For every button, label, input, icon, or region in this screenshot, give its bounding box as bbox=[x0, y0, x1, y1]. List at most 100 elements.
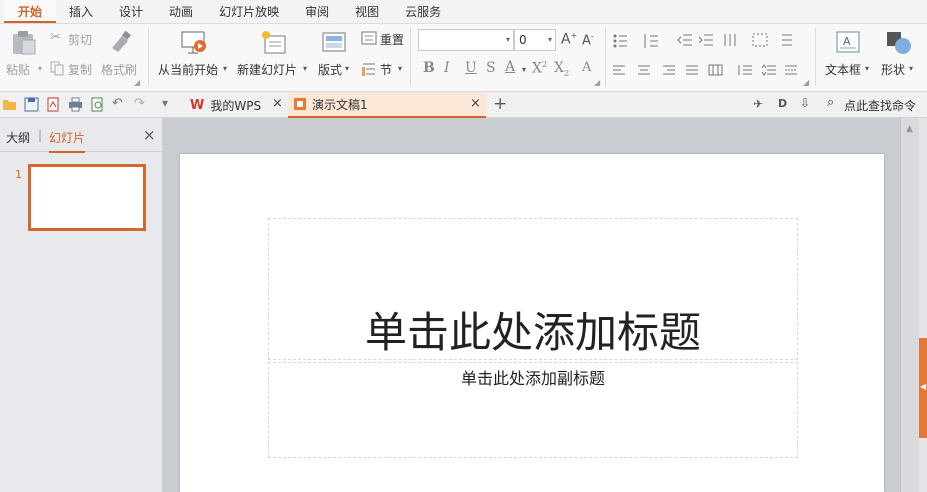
format-painter-label: 格式刷 bbox=[101, 63, 138, 77]
print-icon[interactable] bbox=[68, 97, 83, 112]
ribbon-separator bbox=[605, 28, 606, 86]
italic-icon[interactable]: I bbox=[444, 60, 450, 76]
slide-number: 1 bbox=[15, 168, 22, 181]
chevron-down-icon: ▾ bbox=[505, 35, 510, 44]
close-icon[interactable]: × bbox=[470, 96, 481, 111]
cut-label: 剪切 bbox=[68, 33, 93, 47]
slide-canvas: 单击此处添加标题 单击此处添加副标题 bbox=[164, 118, 900, 492]
save-icon[interactable] bbox=[24, 97, 39, 112]
new-slide-icon bbox=[262, 31, 286, 54]
undo-icon[interactable]: ↶ bbox=[112, 96, 123, 111]
print-preview-icon[interactable] bbox=[90, 97, 105, 112]
text-shadow-icon[interactable]: S bbox=[486, 60, 496, 76]
tab-divider: | bbox=[38, 128, 43, 142]
numbered-list-icon bbox=[644, 34, 658, 48]
shape-icon bbox=[887, 32, 911, 54]
align-left-icon bbox=[613, 65, 625, 75]
export-pdf-icon[interactable] bbox=[46, 97, 61, 112]
copy-label: 复制 bbox=[68, 63, 93, 77]
new-slide-label: 新建幻灯片 bbox=[237, 63, 298, 77]
menu-bar: 开始 插入 设计 动画 幻灯片放映 审阅 视图 云服务 bbox=[0, 0, 927, 24]
d-icon[interactable]: D bbox=[778, 97, 787, 110]
scissors-icon: ✂ bbox=[50, 30, 61, 45]
tab-slides[interactable]: 幻灯片 bbox=[49, 129, 86, 153]
font-grow-icon[interactable]: A+ bbox=[561, 31, 577, 48]
menu-tab-cloud[interactable]: 云服务 bbox=[392, 0, 454, 23]
customize-toolbar-icon[interactable]: ▾ bbox=[162, 96, 168, 110]
menu-tab-design[interactable]: 设计 bbox=[106, 0, 156, 23]
new-tab-icon[interactable]: + bbox=[493, 94, 507, 114]
title-placeholder[interactable]: 单击此处添加标题 bbox=[268, 218, 798, 360]
justify-icon bbox=[686, 65, 698, 75]
underline-icon[interactable]: U bbox=[465, 60, 477, 76]
clipboard-icon bbox=[13, 31, 36, 55]
section-dropdown-icon: ▾ bbox=[398, 64, 403, 73]
superscript-icon[interactable]: X2 bbox=[532, 60, 547, 77]
layout-icon bbox=[322, 32, 346, 52]
subtitle-placeholder-text: 单击此处添加副标题 bbox=[460, 369, 605, 388]
ribbon: 粘贴 ▾ ✂ 剪切 复制 格式刷 ◢ 从当前开始 ▾ 新建幻灯片 ▾ 版式 ▾ … bbox=[0, 24, 927, 92]
svg-text:A: A bbox=[843, 35, 851, 48]
search-command-label: 点此查找命令 bbox=[844, 99, 917, 113]
paragraph-tools bbox=[613, 33, 797, 76]
font-color-dropdown-icon[interactable]: ▾ bbox=[522, 65, 526, 74]
scroll-up-icon[interactable]: ▲ bbox=[906, 124, 913, 134]
vertical-scrollbar[interactable]: ▲ bbox=[900, 118, 919, 492]
collapse-ribbon-icon[interactable]: ⇩ bbox=[800, 96, 810, 110]
menu-tab-insert[interactable]: 插入 bbox=[56, 0, 106, 23]
tab-document[interactable]: 演示文稿1 × bbox=[288, 92, 486, 118]
side-panel-handle[interactable]: ◀ bbox=[919, 338, 927, 438]
font-size-combo[interactable]: 0 ▾ bbox=[514, 29, 556, 51]
paragraph-spacing-icon bbox=[761, 64, 776, 76]
chevron-down-icon: ▾ bbox=[547, 35, 552, 44]
distributed-align-icon bbox=[708, 64, 723, 76]
shape-label: 形状 bbox=[881, 63, 906, 77]
close-icon[interactable]: × bbox=[272, 96, 283, 111]
slide[interactable]: 单击此处添加标题 单击此处添加副标题 bbox=[180, 154, 884, 492]
slide-panel-header: 大纲 | 幻灯片 × bbox=[0, 118, 163, 153]
reset-icon bbox=[361, 31, 377, 45]
font-family-combo[interactable]: ▾ bbox=[418, 29, 514, 51]
font-color-icon[interactable]: A bbox=[505, 59, 515, 75]
paste-dropdown-icon: ▾ bbox=[38, 64, 43, 73]
search-icon: ⌕ bbox=[827, 95, 835, 110]
copy-icon bbox=[50, 61, 64, 76]
tab-outline[interactable]: 大纲 bbox=[6, 129, 30, 146]
text-fit-icon bbox=[782, 34, 792, 46]
menu-tab-view[interactable]: 视图 bbox=[342, 0, 392, 23]
subtitle-placeholder[interactable]: 单击此处添加副标题 bbox=[268, 362, 798, 458]
clipboard-group-expand-icon[interactable]: ◢ bbox=[134, 78, 140, 87]
bold-icon[interactable]: B bbox=[423, 60, 435, 76]
tab-my-wps[interactable]: W 我的WPS × bbox=[184, 92, 288, 118]
subscript-icon[interactable]: X2 bbox=[554, 60, 569, 78]
textbox-icon: A bbox=[836, 31, 860, 53]
font-size-value: 0 bbox=[519, 33, 527, 47]
menu-tab-slideshow[interactable]: 幻灯片放映 bbox=[206, 0, 292, 23]
close-icon[interactable]: × bbox=[143, 126, 156, 144]
textbox-label: 文本框 bbox=[825, 63, 862, 77]
menu-tab-animation[interactable]: 动画 bbox=[156, 0, 206, 23]
line-spacing-icon bbox=[738, 65, 752, 75]
decrease-indent-icon bbox=[677, 34, 692, 46]
slide-thumbnail[interactable] bbox=[28, 164, 146, 231]
bullet-list-icon bbox=[613, 34, 627, 48]
from-current-label: 从当前开始 bbox=[158, 63, 219, 77]
tab-my-wps-label: 我的WPS bbox=[210, 98, 262, 113]
ribbon-separator bbox=[410, 28, 411, 86]
layout-label: 版式 bbox=[318, 63, 343, 77]
open-folder-icon[interactable] bbox=[2, 97, 18, 112]
from-current-dropdown-icon: ▾ bbox=[223, 64, 228, 73]
menu-tab-review[interactable]: 审阅 bbox=[292, 0, 342, 23]
wps-logo-icon: W bbox=[190, 97, 205, 113]
pin-icon[interactable]: ✈ bbox=[753, 97, 763, 111]
font-shrink-icon[interactable]: A- bbox=[582, 32, 594, 48]
redo-icon[interactable]: ↷ bbox=[134, 96, 145, 111]
font-group-expand-icon[interactable]: ◢ bbox=[594, 78, 600, 87]
section-icon bbox=[362, 63, 375, 76]
slide-panel: 大纲 | 幻灯片 × 1 bbox=[0, 118, 163, 492]
shape-dropdown-icon: ▾ bbox=[909, 64, 914, 73]
paragraph-group-expand-icon[interactable]: ◢ bbox=[803, 78, 809, 87]
align-right-icon bbox=[663, 65, 675, 75]
menu-tab-home[interactable]: 开始 bbox=[4, 0, 57, 23]
clear-format-icon[interactable]: A bbox=[582, 60, 591, 75]
